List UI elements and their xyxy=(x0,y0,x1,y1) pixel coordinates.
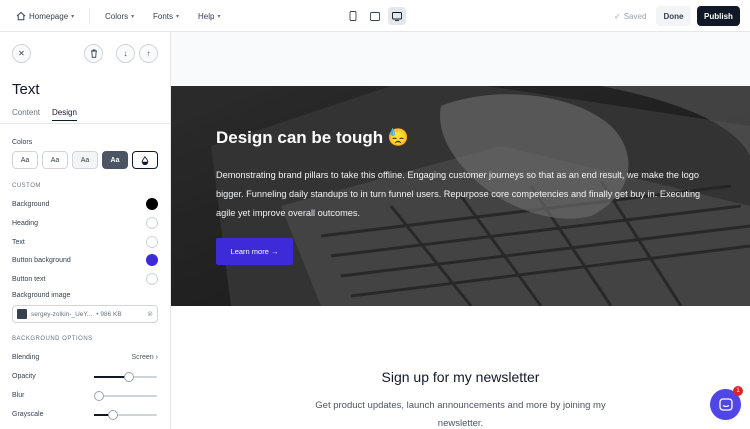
notification-badge: 1 xyxy=(733,386,743,396)
custom-caption: CUSTOM xyxy=(12,183,41,189)
color-row-button-text[interactable]: Button text xyxy=(12,272,158,286)
page-selector[interactable]: Homepage ▾ xyxy=(16,0,74,32)
newsletter-heading[interactable]: Sign up for my newsletter xyxy=(171,369,750,385)
chevron-down-icon: ▾ xyxy=(217,13,221,20)
chevron-down-icon: ▾ xyxy=(131,13,135,20)
tab-content[interactable]: Content xyxy=(12,108,40,121)
image-thumbnail xyxy=(17,309,27,319)
color-preset-gray[interactable]: Aa xyxy=(72,151,98,169)
hero-section[interactable]: Design can be tough 😓 Demonstrating bran… xyxy=(171,86,750,306)
chevron-right-icon: › xyxy=(155,353,158,361)
divider xyxy=(0,123,170,124)
background-options-caption: BACKGROUND OPTIONS xyxy=(12,336,93,342)
learn-more-button[interactable]: Learn more → xyxy=(216,238,293,265)
divider xyxy=(89,9,90,23)
move-up-button[interactable]: ↑ xyxy=(139,44,158,63)
tab-design[interactable]: Design xyxy=(52,108,77,121)
row-label: Text xyxy=(12,238,25,246)
chevron-down-icon: ▾ xyxy=(176,13,180,20)
color-dot-background[interactable] xyxy=(146,198,158,210)
color-row-heading[interactable]: Heading xyxy=(12,216,158,230)
color-dot-button-background[interactable] xyxy=(146,254,158,266)
colors-menu[interactable]: Colors ▾ xyxy=(105,0,134,32)
device-switcher xyxy=(344,7,406,25)
blending-select[interactable]: Screen › xyxy=(132,354,158,361)
colors-menu-label: Colors xyxy=(105,11,129,21)
color-row-text[interactable]: Text xyxy=(12,235,158,249)
newsletter-section[interactable]: Sign up for my newsletter Get product up… xyxy=(171,306,750,429)
slider-knob[interactable] xyxy=(123,372,134,382)
background-image-file[interactable]: sergey-zolkin-_UeY... • 986 KB ⊗ xyxy=(12,305,158,323)
opacity-slider[interactable] xyxy=(94,372,157,382)
color-dot-heading[interactable] xyxy=(146,217,158,229)
close-button[interactable]: ✕ xyxy=(12,44,31,63)
close-icon: ✕ xyxy=(18,49,25,58)
phone-icon xyxy=(349,11,357,21)
color-presets: Aa Aa Aa Aa xyxy=(12,151,158,169)
blur-label: Blur xyxy=(12,391,25,399)
row-label: Button text xyxy=(12,275,46,283)
colors-label: Colors xyxy=(12,139,33,146)
desktop-icon xyxy=(392,11,402,21)
color-preset-white[interactable]: Aa xyxy=(12,151,38,169)
color-row-button-background[interactable]: Button background xyxy=(12,253,158,267)
blur-slider[interactable] xyxy=(94,391,157,401)
page-selector-label: Homepage xyxy=(29,11,69,21)
tablet-icon xyxy=(370,11,380,21)
slider-knob[interactable] xyxy=(94,391,104,401)
file-size: • 986 KB xyxy=(96,310,122,318)
arrow-up-icon: ↑ xyxy=(146,49,151,58)
color-dot-text[interactable] xyxy=(146,236,158,248)
custom-color-button[interactable] xyxy=(132,151,158,169)
row-label: Heading xyxy=(12,219,39,227)
newsletter-text[interactable]: Get product updates, launch announcement… xyxy=(303,397,618,429)
delete-button[interactable] xyxy=(84,44,103,63)
chat-icon xyxy=(718,397,733,411)
panel-tabs: Content Design xyxy=(12,108,77,121)
row-label: Button background xyxy=(12,256,71,264)
blending-row[interactable]: Blending Screen › xyxy=(12,350,158,364)
panel-title: Text xyxy=(12,81,40,98)
done-button[interactable]: Done xyxy=(656,6,691,26)
mobile-view-button[interactable] xyxy=(344,7,362,25)
trash-icon xyxy=(90,49,97,58)
grayscale-label: Grayscale xyxy=(12,410,44,418)
hero-heading[interactable]: Design can be tough 😓 xyxy=(216,128,409,148)
remove-file-icon[interactable]: ⊗ xyxy=(147,310,153,318)
color-dot-button-text[interactable] xyxy=(146,273,158,285)
arrow-down-icon: ↓ xyxy=(123,49,128,58)
check-icon: ✓ xyxy=(614,11,621,21)
file-name: sergey-zolkin-_UeY... xyxy=(31,310,93,318)
fonts-menu[interactable]: Fonts ▾ xyxy=(153,0,179,32)
save-status: ✓ Saved xyxy=(614,0,646,32)
design-panel: ✕ ↓ ↑ Text Content Design Colors Aa Aa A… xyxy=(0,32,171,429)
grayscale-slider[interactable] xyxy=(94,410,157,420)
page-canvas: Design can be tough 😓 Demonstrating bran… xyxy=(171,32,750,429)
fonts-menu-label: Fonts xyxy=(153,11,174,21)
color-row-background[interactable]: Background xyxy=(12,197,158,211)
save-status-label: Saved xyxy=(623,11,647,21)
background-image-label: Background image xyxy=(12,292,71,299)
publish-button[interactable]: Publish xyxy=(697,6,740,26)
row-label: Background xyxy=(12,200,50,208)
desktop-view-button[interactable] xyxy=(388,7,406,25)
tablet-view-button[interactable] xyxy=(366,7,384,25)
help-menu-label: Help xyxy=(198,11,215,21)
droplet-icon xyxy=(141,155,149,165)
slider-knob[interactable] xyxy=(107,410,118,420)
color-preset-light[interactable]: Aa xyxy=(42,151,68,169)
top-bar: Homepage ▾ Colors ▾ Fonts ▾ Help ▾ ✓ Sav… xyxy=(0,0,750,32)
chevron-down-icon: ▾ xyxy=(71,13,75,20)
hero-body-text[interactable]: Demonstrating brand pillars to take this… xyxy=(216,166,716,223)
color-preset-dark[interactable]: Aa xyxy=(102,151,128,169)
move-down-button[interactable]: ↓ xyxy=(116,44,135,63)
home-icon xyxy=(16,11,26,21)
blending-label: Blending xyxy=(12,353,40,361)
blending-value: Screen xyxy=(131,353,154,361)
help-menu[interactable]: Help ▾ xyxy=(198,0,220,32)
opacity-label: Opacity xyxy=(12,372,36,380)
